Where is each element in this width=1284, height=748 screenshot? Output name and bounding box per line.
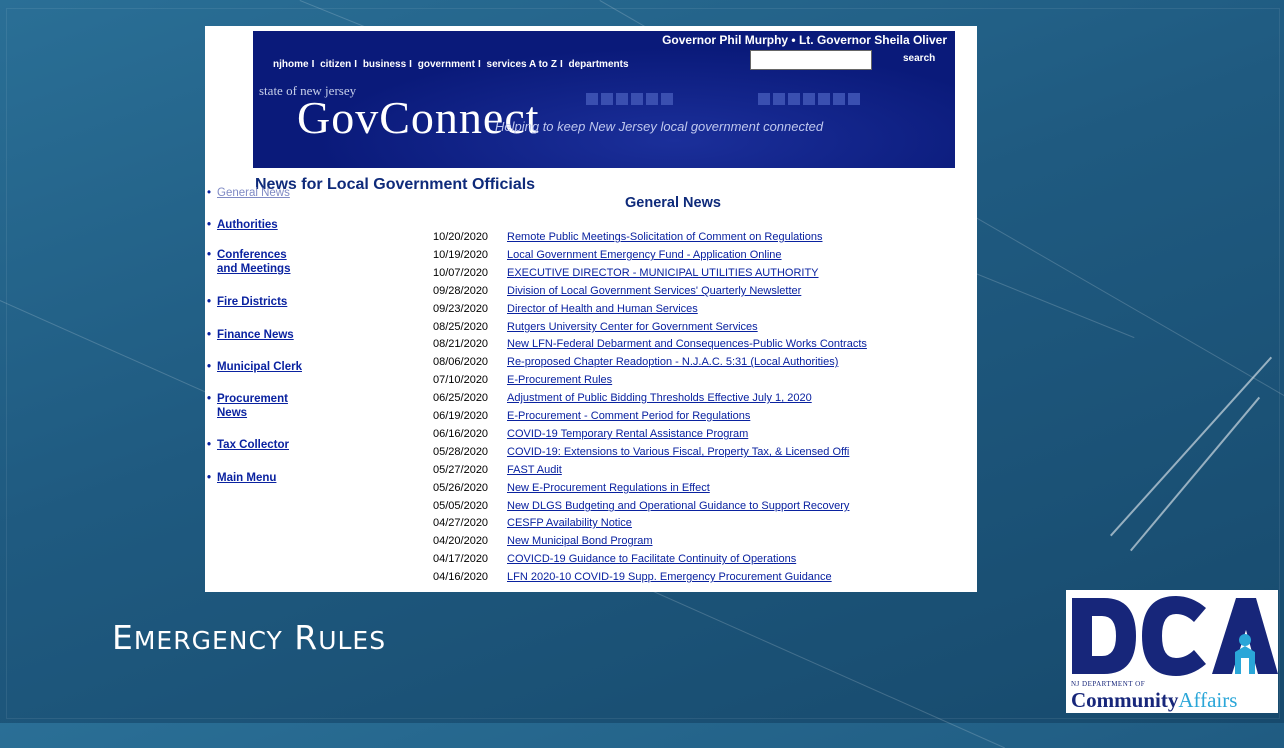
news-row: 06/19/2020E-Procurement - Comment Period…	[429, 408, 750, 425]
news-link[interactable]: New DLGS Budgeting and Operational Guida…	[507, 500, 849, 512]
news-row: 08/25/2020Rutgers University Center for …	[429, 319, 758, 336]
news-link[interactable]: Local Government Emergency Fund - Applic…	[507, 249, 782, 261]
news-date: 05/27/2020	[429, 462, 507, 479]
news-date: 09/28/2020	[429, 283, 507, 300]
news-date: 08/25/2020	[429, 319, 507, 336]
news-date: 05/28/2020	[429, 444, 507, 461]
news-date: 08/21/2020	[429, 336, 507, 353]
news-row: 08/06/2020Re-proposed Chapter Readoption…	[429, 354, 838, 371]
news-date: 05/26/2020	[429, 480, 507, 497]
news-row: 04/27/2020CESFP Availability Notice	[429, 515, 632, 532]
news-row: 05/27/2020FAST Audit	[429, 462, 562, 479]
news-link[interactable]: New E-Procurement Regulations in Effect	[507, 482, 710, 494]
news-row: 07/10/2020E-Procurement Rules	[429, 372, 612, 389]
news-date: 06/19/2020	[429, 408, 507, 425]
news-row: 08/21/2020New LFN-Federal Debarment and …	[429, 336, 867, 353]
search-input[interactable]	[750, 50, 872, 70]
section-title: General News	[625, 195, 721, 211]
govconnect-banner: Governor Phil Murphy • Lt. Governor Shei…	[253, 31, 955, 168]
sidebar-item-municipal-clerk[interactable]: •Municipal Clerk	[207, 360, 302, 374]
govconnect-logo-text: GovConnect	[297, 91, 540, 144]
news-date: 09/23/2020	[429, 301, 507, 318]
slide-title: EMERGENCY RULES	[112, 618, 386, 657]
sidebar-item-finance-news[interactable]: •Finance News	[207, 328, 294, 342]
sidebar-item-main-menu[interactable]: •Main Menu	[207, 471, 276, 485]
news-row: 05/26/2020New E-Procurement Regulations …	[429, 480, 710, 497]
webpage-screenshot: Governor Phil Murphy • Lt. Governor Shei…	[205, 26, 977, 592]
banner-decoration	[758, 93, 860, 105]
news-row: 05/05/2020New DLGS Budgeting and Operati…	[429, 498, 849, 515]
news-date: 04/16/2020	[429, 569, 507, 586]
news-link[interactable]: E-Procurement Rules	[507, 374, 612, 386]
news-row: 06/16/2020COVID-19 Temporary Rental Assi…	[429, 426, 748, 443]
sidebar-item-procurement-news[interactable]: •Procurement News	[207, 392, 307, 420]
news-link[interactable]: CESFP Availability Notice	[507, 517, 632, 529]
news-link[interactable]: Director of Health and Human Services	[507, 303, 698, 315]
news-date: 07/10/2020	[429, 372, 507, 389]
news-date: 10/19/2020	[429, 247, 507, 264]
news-row: 06/25/2020Adjustment of Public Bidding T…	[429, 390, 812, 407]
news-row: 04/16/2020LFN 2020-10 COVID-19 Supp. Eme…	[429, 569, 832, 586]
search-button[interactable]: search	[903, 53, 935, 64]
sidebar-item-authorities[interactable]: •Authorities	[207, 218, 278, 232]
news-link[interactable]: COVICD-19 Guidance to Facilitate Continu…	[507, 553, 796, 565]
news-link[interactable]: COVID-19 Temporary Rental Assistance Pro…	[507, 428, 748, 440]
news-date: 10/07/2020	[429, 265, 507, 282]
top-navigation: njhomeI citizenI businessI governmentI s…	[273, 59, 629, 70]
news-link[interactable]: E-Procurement - Comment Period for Regul…	[507, 410, 750, 422]
nav-link-services[interactable]: services A to Z	[487, 59, 557, 70]
news-row: 09/23/2020Director of Health and Human S…	[429, 301, 698, 318]
sidebar-item-tax-collector[interactable]: •Tax Collector	[207, 438, 289, 452]
news-date: 06/25/2020	[429, 390, 507, 407]
news-date: 04/17/2020	[429, 551, 507, 568]
news-link[interactable]: New Municipal Bond Program	[507, 535, 653, 547]
news-date: 04/20/2020	[429, 533, 507, 550]
nav-link-njhome[interactable]: njhome	[273, 59, 309, 70]
news-link[interactable]: Remote Public Meetings-Solicitation of C…	[507, 231, 823, 243]
governor-line: Governor Phil Murphy • Lt. Governor Shei…	[662, 33, 947, 47]
news-row: 10/07/2020EXECUTIVE DIRECTOR - MUNICIPAL…	[429, 265, 819, 282]
news-row: 04/17/2020COVICD-19 Guidance to Facilita…	[429, 551, 796, 568]
news-row: 09/28/2020Division of Local Government S…	[429, 283, 801, 300]
news-link[interactable]: EXECUTIVE DIRECTOR - MUNICIPAL UTILITIES…	[507, 267, 819, 279]
news-link[interactable]: Adjustment of Public Bidding Thresholds …	[507, 392, 812, 404]
news-row: 10/20/2020Remote Public Meetings-Solicit…	[429, 229, 823, 246]
news-date: 10/20/2020	[429, 229, 507, 246]
sidebar-item-fire-districts[interactable]: •Fire Districts	[207, 295, 287, 309]
nav-link-government[interactable]: government	[418, 59, 475, 70]
slide-title-text: EMERGENCY RULES	[112, 618, 386, 657]
news-link[interactable]: Rutgers University Center for Government…	[507, 321, 758, 333]
sidebar-item-general-news[interactable]: •General News	[207, 186, 290, 200]
news-link[interactable]: COVID-19: Extensions to Various Fiscal, …	[507, 446, 849, 458]
news-date: 04/27/2020	[429, 515, 507, 532]
news-row: 05/28/2020COVID-19: Extensions to Variou…	[429, 444, 849, 461]
news-link[interactable]: Division of Local Government Services' Q…	[507, 285, 801, 297]
nav-link-departments[interactable]: departments	[569, 59, 629, 70]
news-date: 08/06/2020	[429, 354, 507, 371]
news-link[interactable]: New LFN-Federal Debarment and Consequenc…	[507, 338, 867, 350]
news-date: 05/05/2020	[429, 498, 507, 515]
news-link[interactable]: Re-proposed Chapter Readoption - N.J.A.C…	[507, 356, 838, 368]
sidebar-item-conferences[interactable]: •Conferences and Meetings	[207, 248, 307, 276]
nav-link-business[interactable]: business	[363, 59, 406, 70]
news-row: 10/19/2020Local Government Emergency Fun…	[429, 247, 782, 264]
news-date: 06/16/2020	[429, 426, 507, 443]
dca-logo: NJ DEPARTMENT OF CommunityAffairs	[1066, 590, 1278, 713]
news-link[interactable]: FAST Audit	[507, 464, 562, 476]
news-row: 04/20/2020New Municipal Bond Program	[429, 533, 653, 550]
banner-tagline: Helping to keep New Jersey local governm…	[495, 119, 823, 134]
page-title: News for Local Government Officials	[255, 176, 535, 194]
banner-decoration	[586, 93, 673, 105]
nav-link-citizen[interactable]: citizen	[320, 59, 351, 70]
dca-letters-icon	[1066, 594, 1278, 678]
dca-logo-text: NJ DEPARTMENT OF CommunityAffairs	[1071, 688, 1237, 713]
news-link[interactable]: LFN 2020-10 COVID-19 Supp. Emergency Pro…	[507, 571, 832, 583]
